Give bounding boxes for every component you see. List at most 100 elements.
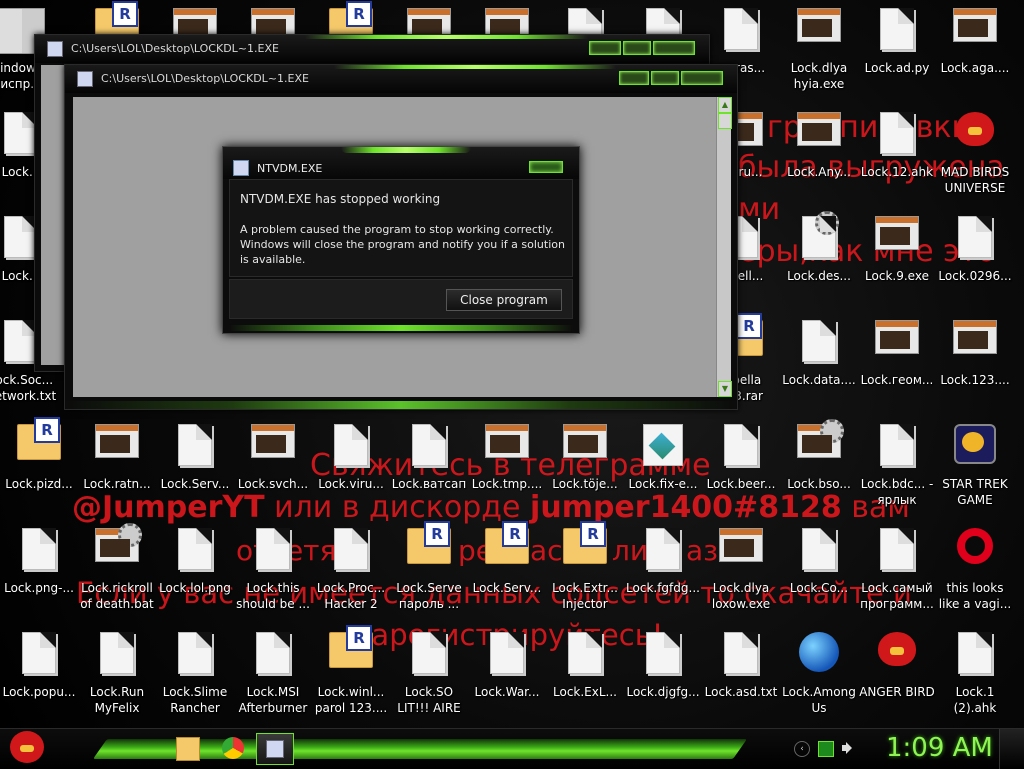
close-program-button[interactable]: Close program: [446, 289, 562, 311]
dialog-titlebar[interactable]: NTVDM.EXE: [223, 147, 579, 179]
exe-icon: [563, 424, 607, 458]
close-button[interactable]: [653, 41, 695, 55]
scroll-up-arrow[interactable]: ▲: [718, 97, 732, 113]
desktop-icon-file[interactable]: Lock.ad.py: [858, 2, 936, 106]
minimize-button[interactable]: [589, 41, 621, 55]
desktop-icon-folder[interactable]: R Lock.winl... parol 123....: [312, 625, 390, 728]
desktop-icon-file[interactable]: Lock.12.ahk: [858, 106, 936, 210]
desktop-icon-exe[interactable]: Lock.svch...: [234, 418, 312, 522]
desktop-icon-exe[interactable]: Lock.dlya hyia.exe: [780, 2, 858, 106]
desktop-icon-file[interactable]: Lock.data....: [780, 314, 858, 418]
desktop-icon-label: Lock.des...: [787, 269, 851, 283]
taskbar-chrome-icon[interactable]: [222, 737, 244, 759]
desktop-icon-file[interactable]: Lock.viru...: [312, 418, 390, 522]
maximize-button[interactable]: [623, 41, 651, 55]
desktop-icon-exe[interactable]: Lock.ratn...: [78, 418, 156, 522]
desktop-icon-file[interactable]: Lock.ватсап: [390, 418, 468, 522]
desktop-icon-file[interactable]: Lock.this should be ...: [234, 522, 312, 626]
desktop-icon-registry[interactable]: Lock.fix-e...: [624, 418, 702, 522]
desktop-icon-file[interactable]: Lock.ExL...: [546, 626, 624, 728]
file-icon: [958, 632, 992, 674]
desktop-icon-file[interactable]: Lock.fgfdg...: [624, 522, 702, 626]
scroll-down-arrow[interactable]: ▼: [718, 381, 732, 397]
desktop-icon-bat[interactable]: Lock.rickroll of death.bat: [78, 522, 156, 626]
minimize-button[interactable]: [619, 71, 649, 85]
desktop-icon-file[interactable]: Lock.asd.txt: [702, 626, 780, 728]
dialog-title: NTVDM.EXE: [257, 162, 323, 175]
file-icon: [256, 632, 290, 674]
file-icon: [256, 528, 290, 570]
exe-icon: [485, 424, 529, 458]
desktop-icon-file[interactable]: Lock.des...: [780, 210, 858, 314]
desktop-icon-exe[interactable]: Lock.bso...: [780, 418, 858, 522]
tray-network-icon[interactable]: [818, 741, 834, 757]
file-icon: [880, 112, 914, 154]
desktop-icon-label: Lock.ad.py: [864, 61, 930, 75]
desktop-icon-shortcut[interactable]: Lock.bdc... - ярлык: [858, 418, 936, 522]
error-dialog[interactable]: NTVDM.EXE NTVDM.EXE has stopped working …: [222, 146, 580, 334]
desktop-icon-label: Lock.Among Us: [782, 685, 856, 715]
desktop-icon-file[interactable]: Lock.1 (2).ahk: [936, 626, 1014, 728]
scroll-thumb[interactable]: [718, 113, 732, 129]
desktop-icon-exe[interactable]: Lock.dlya loxow.exe: [702, 522, 780, 626]
desktop-icon-label: Lock.Serv...: [160, 477, 230, 491]
desktop-icon-globe[interactable]: Lock.Among Us: [780, 626, 858, 728]
desktop-icon-file[interactable]: Lock.0296...: [936, 210, 1014, 314]
desktop-icon-file[interactable]: Lock.SO LIT!!! AIRE: [390, 626, 468, 728]
dialog-close-button[interactable]: [529, 161, 563, 173]
taskbar-explorer-icon[interactable]: [176, 737, 200, 761]
desktop-icon-exe[interactable]: Lock.tmp....: [468, 418, 546, 522]
exe-icon: [953, 8, 997, 42]
window-titlebar[interactable]: C:\Users\LOL\Desktop\LOCKDL~1.EXE: [35, 35, 709, 63]
desktop-icon-exe[interactable]: Lock.töje...: [546, 418, 624, 522]
desktop-icon-label: Lock.djgfg...: [626, 685, 700, 699]
tray-show-hidden-icons-chevron-icon[interactable]: ‹: [794, 741, 810, 757]
desktop-icon-file[interactable]: Lock.png-...: [0, 522, 78, 626]
folder-r-icon: R: [407, 521, 451, 564]
desktop-icon-label: Lock.winl... parol 123....: [314, 685, 388, 715]
desktop-icon-label: Lock.12.ahk: [860, 165, 934, 179]
desktop-icon-file[interactable]: Lock.Co...: [780, 522, 858, 626]
desktop-icon-file[interactable]: Lock.popu...: [0, 626, 78, 728]
taskbar-console-window-icon[interactable]: [256, 733, 294, 765]
desktop-icon-file[interactable]: Lock.Slime Rancher: [156, 626, 234, 728]
desktop-icon-label: Lock.töje...: [552, 477, 618, 491]
desktop-icon-label: Lock.0296...: [938, 269, 1012, 283]
desktop-icon-file[interactable]: Lock.beer...: [702, 418, 780, 522]
desktop-icon-exe[interactable]: Lock.123....: [936, 314, 1014, 418]
desktop-icon-file[interactable]: Lock.War...: [468, 626, 546, 728]
desktop-icon-file[interactable]: Lock.lol.png: [156, 522, 234, 626]
start-button-angry-bird-icon[interactable]: [10, 731, 44, 763]
desktop-icon-file[interactable]: Lock.самый программ...: [858, 522, 936, 626]
desktop-icon-folder[interactable]: R Lock.Serve пароль ...: [390, 521, 468, 626]
dialog-footer: Close program: [229, 279, 573, 319]
desktop-icon-exe[interactable]: Lock.Any...: [780, 106, 858, 210]
maximize-button[interactable]: [651, 71, 679, 85]
tray-volume-icon[interactable]: [842, 741, 856, 755]
desktop-icon-file[interactable]: Lock.Serv...: [156, 418, 234, 522]
desktop-icon-file[interactable]: Lock.djgfg...: [624, 626, 702, 728]
desktop-icon-game[interactable]: ANGER BIRD: [858, 626, 936, 728]
desktop-icon-file[interactable]: Lock.Proc... Hacker 2: [312, 522, 390, 626]
desktop-icon-game[interactable]: MAD BIRDS UNIVERSE: [936, 106, 1014, 210]
desktop-icon-exe[interactable]: Lock.aga....: [936, 2, 1014, 106]
desktop-icon-label: Lock.Any...: [787, 165, 851, 179]
desktop-icon-label: Lock.Serv...: [472, 581, 542, 595]
window-titlebar[interactable]: C:\Users\LOL\Desktop\LOCKDL~1.EXE: [65, 65, 737, 93]
vertical-scrollbar[interactable]: ▲ ▼: [716, 97, 732, 397]
desktop-icon-game[interactable]: STAR TREK GAME: [936, 418, 1014, 522]
desktop-icon-label: Lock.dlya hyia.exe: [790, 61, 848, 91]
desktop-icon-folder[interactable]: R Lock.Serv...: [468, 521, 546, 626]
close-button[interactable]: [681, 71, 723, 85]
desktop-icon-folder[interactable]: R Lock.Extr... Injector v3....: [546, 521, 624, 626]
desktop-icon-exe[interactable]: Lock.9.exe: [858, 210, 936, 314]
desktop-icon-opera[interactable]: this looks like a vagi...: [936, 522, 1014, 626]
desktop-icon-exe[interactable]: Lock.геом...: [858, 314, 936, 418]
desktop-icon-label: Lock.Run MyFelix: [89, 685, 145, 715]
desktop-icon-file[interactable]: Lock.MSI Afterburner: [234, 626, 312, 728]
desktop-icon-folder[interactable]: R Lock.pizd...: [0, 417, 78, 522]
desktop-icon-label: Lock.MSI Afterburner: [238, 685, 308, 715]
taskbar-clock[interactable]: 1:09 AM: [886, 733, 993, 763]
show-desktop-button[interactable]: [999, 729, 1024, 769]
desktop-icon-file[interactable]: Lock.Run MyFelix: [78, 626, 156, 728]
